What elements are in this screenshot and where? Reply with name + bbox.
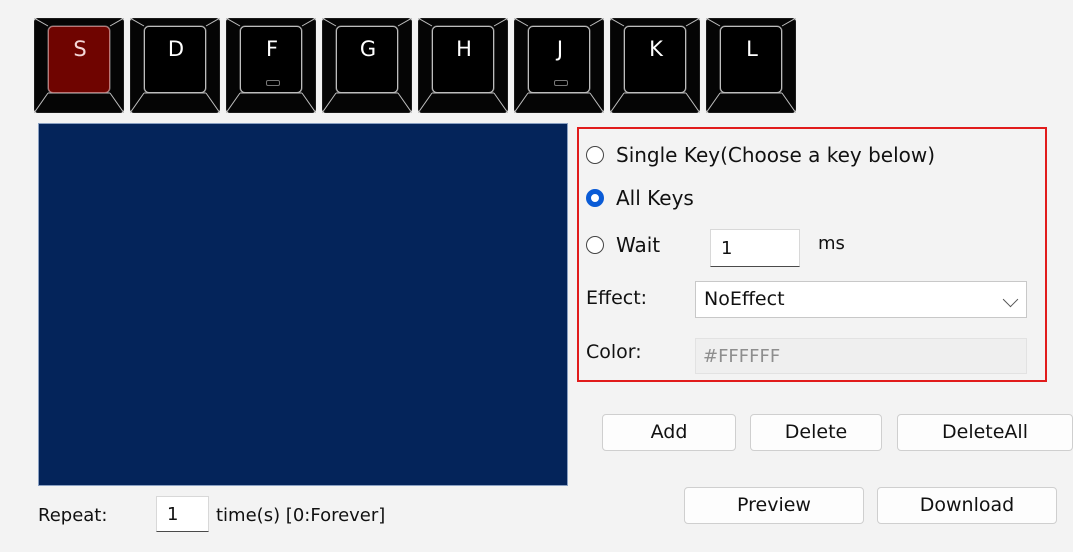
add-button[interactable]: Add	[602, 414, 736, 451]
all-keys-option[interactable]: All Keys	[586, 186, 694, 210]
repeat-label: Repeat:	[38, 505, 108, 526]
keycap-top: D	[144, 26, 206, 93]
key-d[interactable]: D	[130, 18, 220, 113]
wait-option[interactable]: Wait	[586, 233, 660, 257]
key-label: K	[649, 37, 663, 61]
color-value: #FFFFFF	[703, 346, 781, 367]
color-input[interactable]: #FFFFFF	[695, 338, 1027, 374]
download-button[interactable]: Download	[877, 487, 1057, 524]
key-label: J	[556, 37, 564, 61]
keycap-top: J	[528, 26, 590, 93]
keycap-top: S	[48, 26, 110, 93]
single-key-option[interactable]: Single Key(Choose a key below)	[586, 143, 935, 167]
key-h[interactable]: H	[418, 18, 508, 113]
all-keys-label: All Keys	[616, 186, 694, 210]
lighting-preview-canvas	[38, 123, 568, 486]
key-l[interactable]: L	[706, 18, 796, 113]
home-row-bump	[554, 80, 568, 86]
home-row-bump	[266, 80, 280, 86]
key-f[interactable]: F	[226, 18, 316, 113]
keycap-top: F	[240, 26, 302, 93]
repeat-input[interactable]	[156, 496, 209, 532]
delete-button[interactable]: Delete	[750, 414, 882, 451]
key-g[interactable]: G	[322, 18, 412, 113]
key-label: D	[167, 37, 185, 61]
wait-radio[interactable]	[586, 236, 604, 254]
effect-label: Effect:	[586, 287, 648, 309]
key-label: H	[456, 37, 472, 61]
key-label: S	[73, 37, 87, 61]
wait-label: Wait	[616, 233, 661, 257]
key-s[interactable]: S	[34, 18, 124, 113]
lighting-settings-panel: Single Key(Choose a key below) All Keys …	[577, 127, 1047, 382]
effect-select[interactable]: NoEffect	[695, 281, 1027, 318]
keycap-top: G	[336, 26, 398, 93]
delete-all-button[interactable]: DeleteAll	[897, 414, 1073, 451]
key-row: S D F G H J K L	[34, 18, 814, 113]
single-key-label: Single Key(Choose a key below)	[616, 143, 936, 167]
keycap-top: L	[720, 26, 782, 93]
color-label: Color:	[586, 341, 642, 363]
all-keys-radio[interactable]	[586, 189, 604, 207]
wait-unit: ms	[818, 233, 845, 254]
wait-input[interactable]	[710, 229, 800, 267]
single-key-radio[interactable]	[586, 146, 604, 164]
key-label: F	[265, 37, 279, 61]
key-label: L	[746, 37, 758, 61]
keycap-top: H	[432, 26, 494, 93]
preview-button[interactable]: Preview	[684, 487, 864, 524]
chevron-down-icon	[1002, 291, 1019, 308]
key-k[interactable]: K	[610, 18, 700, 113]
keycap-top: K	[624, 26, 686, 93]
effect-value: NoEffect	[704, 288, 785, 310]
key-j[interactable]: J	[514, 18, 604, 113]
key-label: G	[359, 37, 377, 61]
repeat-hint: time(s) [0:Forever]	[216, 505, 386, 526]
